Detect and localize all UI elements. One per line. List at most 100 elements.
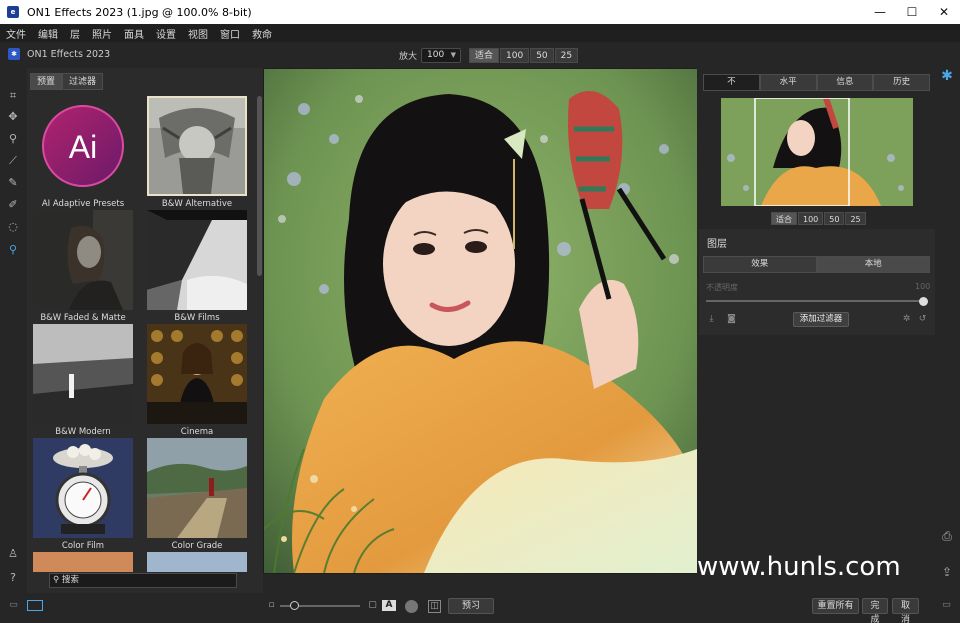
preset-label: AI Adaptive Presets — [41, 199, 125, 209]
zoom-label: 放大 — [399, 52, 418, 62]
layers-tabs: 效果 本地 — [703, 256, 930, 273]
chevron-down-icon: ▼ — [450, 51, 457, 59]
menu-help[interactable]: 救命 — [252, 26, 272, 41]
menu-edit[interactable]: 编辑 — [38, 26, 58, 41]
browser-scrollbar[interactable] — [257, 96, 262, 276]
thumb-size-handle[interactable] — [290, 601, 299, 610]
compare-icon[interactable]: ◫ — [428, 600, 441, 613]
move-icon[interactable]: ✥ — [5, 109, 21, 125]
preset-search-input[interactable]: ⚲ 搜索 — [49, 573, 237, 588]
search-icon: ⚲ — [53, 575, 60, 585]
svg-text:Ai: Ai — [69, 129, 97, 165]
add-filter-button[interactable]: 添加过滤器 — [793, 312, 849, 327]
app-name: ON1 Effects 2023 — [27, 48, 111, 60]
share-icon[interactable]: ⇪ — [939, 564, 955, 580]
preset-color-grade[interactable]: Color Grade — [147, 438, 247, 551]
reset-icon[interactable]: ↺ — [917, 314, 928, 325]
window-title: ON1 Effects 2023 (1.jpg @ 100.0% 8-bit) — [27, 5, 252, 19]
preset-label: B&W Modern — [55, 427, 111, 437]
window-title-bar: e ON1 Effects 2023 (1.jpg @ 100.0% 8-bit… — [0, 0, 960, 24]
masking-brush-icon[interactable]: ✎ — [5, 175, 21, 191]
opacity-value: 100 — [915, 282, 931, 291]
tab-effects[interactable]: 效果 — [703, 256, 817, 273]
panel-toggle-icon[interactable]: ▭ — [8, 600, 19, 611]
presets-browser: 预置 过滤器 Ai AI Adaptive Presets B&W Altern… — [27, 68, 263, 593]
done-button[interactable]: 完成 — [862, 598, 888, 623]
menu-layer[interactable]: 层 — [70, 26, 80, 41]
tab-info[interactable]: 信息 — [816, 74, 874, 91]
large-thumb-icon[interactable]: ▢ — [367, 600, 378, 611]
close-button[interactable]: ✕ — [928, 0, 960, 24]
preview-button[interactable]: 预习 — [448, 598, 494, 614]
preset-cinema[interactable]: Cinema — [147, 324, 247, 437]
right-panel-toggle-icon[interactable]: ▭ — [941, 600, 952, 611]
menu-file[interactable]: 文件 — [6, 26, 26, 41]
ai-badge-icon: Ai — [42, 105, 124, 187]
cancel-button[interactable]: 取消 — [892, 598, 919, 623]
preset-label: B&W Alternative — [161, 199, 233, 209]
preset-thumb-partial[interactable] — [147, 552, 247, 572]
preset-label: B&W Films — [174, 313, 220, 323]
tab-levels[interactable]: 水平 — [759, 74, 817, 91]
camera-icon[interactable]: ◙ — [726, 314, 737, 325]
navigator-preview[interactable] — [721, 98, 913, 206]
nav-zoom-100-button[interactable]: 100 — [798, 212, 824, 225]
preset-ai-adaptive[interactable]: Ai AI Adaptive Presets — [33, 96, 133, 209]
settings-icon[interactable]: ✲ — [901, 314, 912, 325]
nav-zoom-50-button[interactable]: 50 — [824, 212, 845, 225]
print-icon[interactable]: ⎙ — [939, 528, 955, 544]
zoom-25-button[interactable]: 25 — [554, 48, 579, 63]
nav-zoom-25-button[interactable]: 25 — [845, 212, 866, 225]
preset-label: B&W Faded & Matte — [40, 313, 126, 323]
gradient-icon[interactable]: ◌ — [5, 219, 21, 235]
preset-thumb-partial[interactable] — [33, 552, 133, 572]
menu-window[interactable]: 窗口 — [220, 26, 240, 41]
tab-presets[interactable]: 预置 — [30, 73, 63, 90]
layers-title: 图层 — [707, 239, 727, 250]
reset-all-button[interactable]: 重置所有 — [812, 598, 859, 614]
tab-filters[interactable]: 过滤器 — [62, 73, 104, 90]
magic-wand-icon[interactable]: ⚲ — [5, 131, 21, 147]
import-icon[interactable]: ⤓ — [706, 314, 717, 325]
menu-settings[interactable]: 设置 — [156, 26, 176, 41]
retouch-brush-icon[interactable]: ✐ — [5, 197, 21, 213]
preset-label: Color Grade — [171, 541, 223, 551]
text-overlay-icon[interactable]: A — [382, 600, 396, 611]
menu-bar: 文件 编辑 层 照片 面具 设置 视图 窗口 救命 — [0, 24, 960, 42]
tab-history[interactable]: 历史 — [873, 74, 930, 91]
zoom-100-button[interactable]: 100 — [500, 48, 530, 63]
tab-navigator[interactable]: 不 — [703, 74, 760, 91]
zoom-select[interactable]: 100 ▼ — [421, 48, 462, 63]
menu-view[interactable]: 视图 — [188, 26, 208, 41]
preset-bw-faded-matte[interactable]: B&W Faded & Matte — [33, 210, 133, 323]
user-icon[interactable]: ♙ — [5, 546, 21, 562]
zoom-fit-button[interactable]: 适合 — [469, 48, 500, 63]
preset-label: Cinema — [180, 427, 214, 437]
help-icon[interactable]: ? — [5, 570, 21, 586]
small-thumb-icon[interactable]: ▫ — [266, 600, 277, 611]
preset-label: Color Film — [61, 541, 105, 551]
preset-bw-alternative[interactable]: B&W Alternative — [147, 96, 247, 209]
preset-bw-films[interactable]: B&W Films — [147, 210, 247, 323]
watermark-text: www.hunls.com — [697, 552, 901, 582]
top-toolbar: ✱ ON1 Effects 2023 放大 100 ▼ 适合 100 50 25 — [0, 42, 960, 68]
mask-view-icon[interactable] — [405, 600, 418, 613]
tab-local[interactable]: 本地 — [816, 256, 930, 273]
effects-gear-icon[interactable]: ✱ — [939, 68, 955, 84]
zoom-50-button[interactable]: 50 — [530, 48, 554, 63]
minimize-button[interactable]: — — [864, 0, 896, 24]
opacity-slider-track[interactable] — [706, 300, 923, 302]
menu-photo[interactable]: 照片 — [92, 26, 112, 41]
maximize-button[interactable]: ☐ — [896, 0, 928, 24]
brush-icon[interactable]: ⟋ — [5, 153, 21, 169]
preset-bw-modern[interactable]: B&W Modern — [33, 324, 133, 437]
browser-toggle-icon[interactable] — [27, 600, 43, 611]
menu-mask[interactable]: 面具 — [124, 26, 144, 41]
preset-color-film[interactable]: Color Film — [33, 438, 133, 551]
nav-zoom-fit-button[interactable]: 适合 — [771, 212, 797, 225]
crop-icon[interactable]: ⌗ — [5, 88, 21, 104]
opacity-slider-handle[interactable] — [919, 297, 928, 306]
on1-logo-icon: ✱ — [8, 48, 20, 60]
zoom-tool-icon[interactable]: ⚲ — [5, 242, 21, 258]
main-photo[interactable] — [264, 69, 697, 573]
